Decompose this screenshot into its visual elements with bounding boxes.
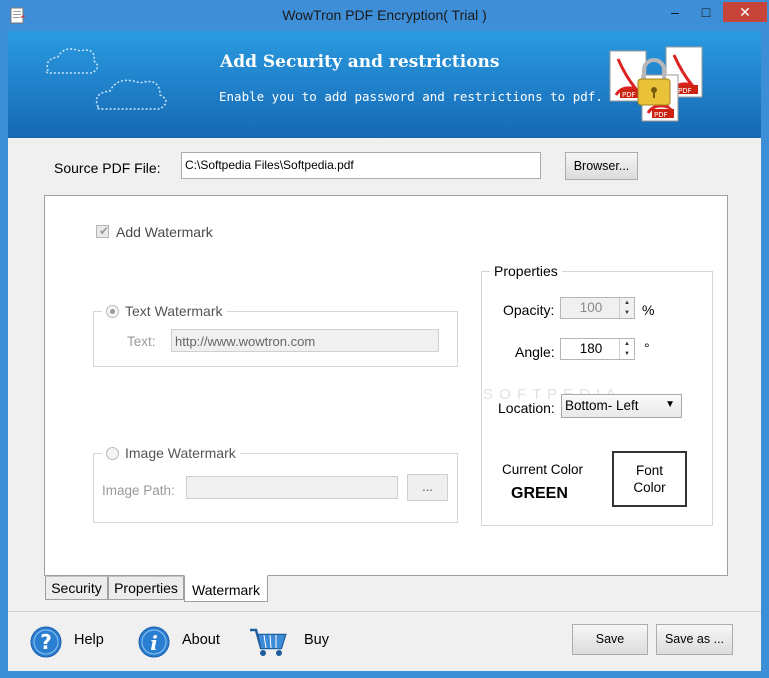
header-banner: Add Security and restrictions Enable you… [8, 31, 761, 138]
image-browse-button[interactable]: ... [407, 474, 448, 501]
location-select[interactable]: Bottom- Left ▼ [561, 394, 682, 418]
banner-title: Add Security and restrictions [220, 52, 500, 72]
image-path-label: Image Path: [102, 483, 175, 498]
cloud-decoration-icon [45, 48, 167, 110]
title-bar[interactable]: WowTron PDF Encryption( Trial ) – □ ✕ [0, 0, 769, 31]
close-button[interactable]: ✕ [723, 2, 767, 22]
font-color-button[interactable]: Font Color [612, 451, 687, 507]
angle-spinner[interactable]: 180 ▲ ▼ [560, 338, 635, 360]
text-watermark-group: Text Watermark Text: http://www.wowtron.… [93, 303, 458, 367]
app-window: WowTron PDF Encryption( Trial ) – □ ✕ Ad… [0, 0, 769, 678]
info-icon: i [138, 626, 170, 658]
pdf-label-left: PDF [622, 91, 636, 99]
spin-down-icon[interactable]: ▼ [620, 349, 634, 359]
image-watermark-legend[interactable]: Image Watermark [102, 445, 240, 461]
tab-watermark[interactable]: Watermark [184, 575, 268, 602]
pdf-label-center: PDF [654, 111, 668, 119]
watermark-text-label: Text: [127, 334, 156, 349]
pdf-lock-icon: PDF PDF PDF [609, 46, 703, 122]
footer-bar: ? Help i About Buy Save Save as ... [8, 611, 761, 671]
question-icon: ? [30, 626, 62, 658]
watermark-tab-panel: S O F T P E D I A ✔ Add Watermark Text W… [44, 195, 728, 576]
text-watermark-radio[interactable] [106, 305, 119, 318]
save-button[interactable]: Save [572, 624, 648, 655]
browse-button[interactable]: Browser... [565, 152, 638, 180]
source-pdf-input[interactable]: C:\Softpedia Files\Softpedia.pdf [181, 152, 541, 179]
main-client-area: Add Security and restrictions Enable you… [8, 31, 761, 671]
save-as-button[interactable]: Save as ... [656, 624, 733, 655]
image-watermark-label: Image Watermark [125, 445, 236, 461]
tab-security[interactable]: Security [45, 576, 108, 600]
properties-group: Properties Opacity: 100 ▲ ▼ % Angle: 180 … [481, 263, 713, 526]
svg-text:i: i [150, 631, 158, 655]
angle-arrows[interactable]: ▲ ▼ [619, 339, 634, 359]
opacity-value: 100 [579, 300, 603, 315]
image-watermark-radio[interactable] [106, 447, 119, 460]
chevron-down-icon: ▼ [665, 399, 675, 410]
angle-label: Angle: [515, 344, 555, 360]
about-button[interactable]: i About [138, 626, 220, 661]
add-watermark-label: Add Watermark [116, 224, 213, 240]
minimize-button[interactable]: – [661, 2, 689, 22]
buy-label: Buy [304, 632, 329, 648]
buy-button[interactable]: Buy [248, 626, 329, 661]
about-label: About [182, 632, 220, 648]
pdf-label-right: PDF [678, 87, 692, 95]
image-path-input[interactable] [186, 476, 398, 499]
properties-legend: Properties [490, 263, 562, 279]
current-color-label: Current Color [502, 462, 584, 477]
angle-unit: ° [644, 340, 650, 356]
angle-value: 180 [579, 341, 603, 356]
location-label: Location: [498, 400, 555, 416]
watermark-text-input[interactable]: http://www.wowtron.com [171, 329, 439, 352]
radio-selected-dot [110, 309, 115, 314]
text-watermark-label: Text Watermark [125, 303, 223, 319]
cart-icon [250, 628, 287, 656]
image-watermark-group: Image Watermark Image Path: ... [93, 445, 458, 523]
current-color-value: GREEN [511, 485, 568, 502]
font-color-label-line2: Color [633, 480, 666, 495]
svg-text:?: ? [40, 630, 52, 654]
maximize-button[interactable]: □ [692, 2, 720, 22]
help-button[interactable]: ? Help [30, 626, 104, 661]
opacity-arrows[interactable]: ▲ ▼ [619, 298, 634, 318]
window-title: WowTron PDF Encryption( Trial ) [282, 7, 487, 23]
source-pdf-label: Source PDF File: [54, 160, 161, 176]
help-label: Help [74, 632, 104, 648]
add-watermark-checkbox[interactable]: ✔ [96, 224, 110, 238]
opacity-label: Opacity: [503, 302, 555, 318]
opacity-spinner[interactable]: 100 ▲ ▼ [560, 297, 635, 319]
banner-subtitle: Enable you to add password and restricti… [219, 89, 603, 104]
location-value: Bottom- Left [565, 398, 639, 413]
spin-down-icon[interactable]: ▼ [620, 308, 634, 318]
text-watermark-legend[interactable]: Text Watermark [102, 303, 227, 319]
font-color-label-line1: Font [635, 463, 663, 478]
opacity-unit: % [642, 302, 655, 318]
spin-up-icon[interactable]: ▲ [620, 298, 634, 308]
checkmark-icon: ✔ [99, 224, 110, 238]
tab-properties[interactable]: Properties [108, 576, 184, 600]
spin-up-icon[interactable]: ▲ [620, 339, 634, 349]
